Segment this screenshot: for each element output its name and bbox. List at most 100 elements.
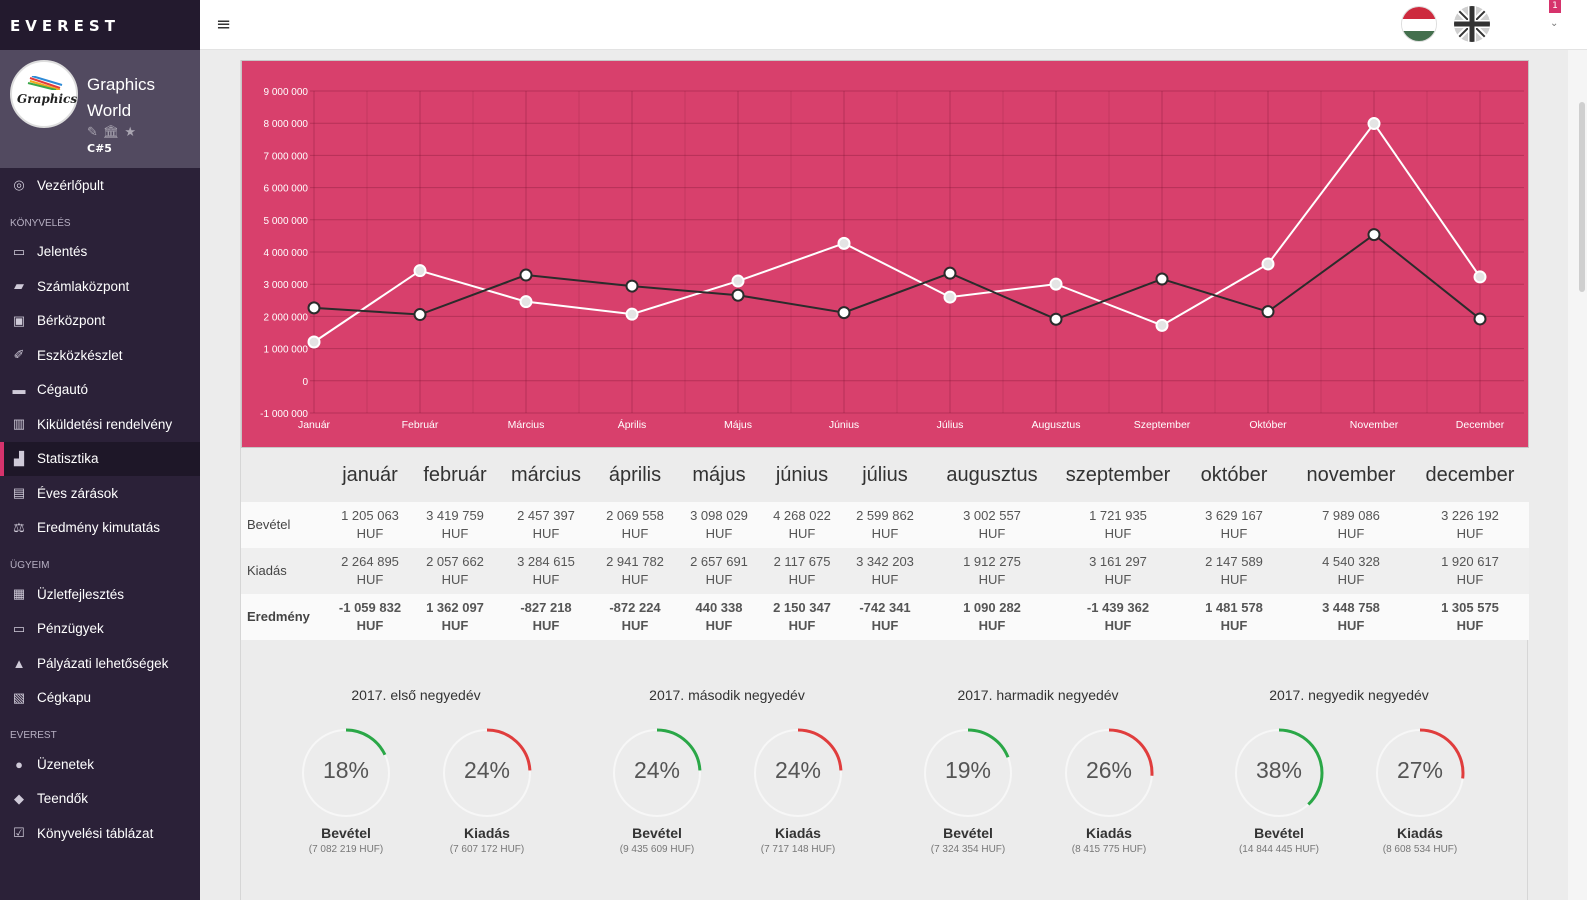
data-point-expense — [1367, 228, 1381, 242]
cell-value: 4 268 022 — [773, 508, 831, 523]
table-cell: 3 448 758 HUF — [1291, 594, 1411, 640]
sidebar-item-vezérlőpult[interactable]: ◎ Vezérlőpult — [0, 168, 200, 203]
sidebar-item-label: Vezérlőpult — [37, 177, 104, 193]
result-row: Eredmény -1 059 832 HUF 1 362 097 HUF -827 21… — [241, 594, 1529, 640]
star-icon[interactable]: ★ — [124, 125, 136, 140]
income-total: (9 435 609 HUF) — [619, 844, 695, 855]
sidebar-item-label: Eredmény kimutatás — [37, 520, 161, 536]
cell-value: -742 341 — [859, 600, 911, 615]
x-tick-label: November — [1350, 419, 1399, 431]
expense-label: Kiadás — [464, 825, 510, 841]
cell-currency: HUF — [1220, 572, 1248, 587]
x-tick-label: Március — [508, 419, 545, 431]
sidebar-item-könyvelési-táblázat[interactable]: ☑ Könyvelési táblázat — [0, 816, 200, 851]
sidebar-item-kiküldetési-rendelvény[interactable]: ▥ Kiküldetési rendelvény — [0, 407, 200, 442]
sidebar-item-bérközpont[interactable]: ▣ Bérközpont — [0, 304, 200, 339]
sidebar-item-statisztika[interactable]: ▟ Statisztika — [0, 441, 200, 476]
cell-value: 3 002 557 — [963, 508, 1021, 523]
y-tick-label: 6 000 000 — [264, 184, 309, 195]
expense-gauge: 27% — [1374, 727, 1466, 819]
x-tick-label: Január — [298, 419, 331, 431]
scrollbar-thumb[interactable] — [1579, 102, 1585, 292]
uk-flag-icon[interactable] — [1454, 6, 1490, 42]
expense-total: (7 717 148 HUF) — [760, 844, 836, 855]
month-header: szeptember — [1059, 448, 1177, 502]
table-cell: 2 457 397 HUF — [501, 502, 591, 548]
sidebar-item-jelentés[interactable]: ▭ Jelentés — [0, 235, 200, 270]
data-point-expense — [307, 301, 321, 315]
table-cell: 2 057 662 HUF — [409, 548, 501, 594]
car-icon: ▬ — [12, 382, 26, 398]
table-cell: 1 481 578 HUF — [1177, 594, 1291, 640]
company-name[interactable]: Graphics World — [87, 72, 187, 124]
table-cell: 3 629 167 HUF — [1177, 502, 1291, 548]
table-cell: 2 069 558 HUF — [591, 502, 679, 548]
scrollbar[interactable] — [1568, 50, 1587, 900]
data-point-expense — [731, 288, 745, 302]
gauge-percent: 24% — [633, 757, 681, 783]
data-point-expense — [625, 279, 639, 293]
avatar-logo-graphic — [27, 76, 63, 90]
sidebar-item-label: Bérközpont — [37, 313, 106, 329]
data-point-income — [1155, 318, 1169, 332]
chevron-down-icon[interactable]: ⌄ — [1550, 18, 1558, 29]
cell-currency: HUF — [1337, 526, 1365, 541]
sidebar-item-pénzügyek[interactable]: ▭ Pénzügyek — [0, 612, 200, 647]
sidebar-nav: ◎ Vezérlőpult KÖNYVELÉS ▭ Jelentés ▰ Számlaköz… — [0, 168, 200, 851]
data-point-expense — [943, 266, 957, 280]
user-avatar[interactable] — [1506, 4, 1546, 44]
sidebar-item-üzletfejlesztés[interactable]: ▦ Üzletfejlesztés — [0, 577, 200, 612]
sidebar-item-pályázati-lehetőségek[interactable]: ▲ Pályázati lehetőségek — [0, 646, 200, 681]
month-header: március — [501, 448, 591, 502]
sidebar: EVEREST Graphics Graphics World ✎ 🏛 ★ C#5 … — [0, 0, 200, 900]
data-point-income — [731, 274, 745, 288]
cell-value: 7 989 086 — [1322, 508, 1380, 523]
bank-icon[interactable]: 🏛 — [103, 125, 120, 140]
table-cell: 2 147 589 HUF — [1177, 548, 1291, 594]
y-tick-label: 4 000 000 — [264, 248, 309, 259]
cell-value: -1 059 832 — [338, 600, 402, 615]
income-total: (14 844 445 HUF) — [1238, 844, 1320, 855]
table-cell: 2 264 895 HUF — [331, 548, 409, 594]
data-point-expense — [519, 268, 533, 282]
cell-value: 3 161 297 — [1089, 554, 1147, 569]
income-total: (7 324 354 HUF) — [930, 844, 1006, 855]
month-header: május — [679, 448, 759, 502]
table-cell: 7 989 086 HUF — [1291, 502, 1411, 548]
sidebar-item-teendők[interactable]: ◆ Teendők — [0, 782, 200, 817]
row-label: Bevétel — [241, 502, 331, 548]
expense-label: Kiadás — [1086, 825, 1132, 841]
income-gauge: 19% — [922, 727, 1014, 819]
pencil-icon[interactable]: ✎ — [87, 125, 98, 140]
table-corner — [241, 448, 331, 502]
sidebar-item-eszközkészlet[interactable]: ✐ Eszközkészlet — [0, 338, 200, 373]
cell-currency: HUF — [441, 572, 469, 587]
company-avatar[interactable]: Graphics — [10, 60, 78, 128]
sidebar-item-éves-zárások[interactable]: ▤ Éves zárások — [0, 476, 200, 511]
sidebar-item-label: Üzletfejlesztés — [37, 586, 125, 602]
chart-svg: 9 000 000 8 000 000 7 000 000 6 000 000 5 00… — [260, 87, 1524, 431]
quarter-card: 2017. negyedik negyedév 38% 27% Bevétel Kiad… — [1199, 685, 1499, 885]
table-cell: 3 161 297 HUF — [1059, 548, 1177, 594]
dashboard-icon: ◎ — [13, 177, 25, 193]
top-bar: ≡ 1 ⌄ — [200, 0, 1587, 50]
sidebar-item-számlaközpont[interactable]: ▰ Számlaközpont — [0, 269, 200, 304]
app-logo[interactable]: EVEREST — [0, 0, 200, 50]
sidebar-item-cégkapu[interactable]: ▧ Cégkapu — [0, 681, 200, 716]
sidebar-item-üzenetek[interactable]: ● Üzenetek — [0, 747, 200, 782]
menu-toggle-icon[interactable]: ≡ — [216, 14, 231, 35]
quarter-title: 2017. első negyedév — [351, 687, 481, 703]
line-chart: 9 000 000 8 000 000 7 000 000 6 000 000 5 00… — [241, 60, 1529, 448]
expense-total: (8 608 534 HUF) — [1382, 844, 1458, 855]
notification-badge[interactable]: 1 — [1549, 0, 1561, 13]
cell-value: 440 338 — [695, 600, 743, 615]
table-cell: 1 090 282 HUF — [925, 594, 1059, 640]
cell-value: 1 090 282 — [963, 600, 1021, 615]
income-total: (7 082 219 HUF) — [308, 844, 384, 855]
gauge-percent: 38% — [1255, 757, 1303, 783]
cell-currency: HUF — [1337, 572, 1365, 587]
sidebar-item-cégautó[interactable]: ▬ Cégautó — [0, 373, 200, 408]
sidebar-item-eredmény-kimutatás[interactable]: ⚖ Eredmény kimutatás — [0, 511, 200, 546]
cell-value: 3 226 192 — [1441, 508, 1499, 523]
hungarian-flag-icon[interactable] — [1401, 6, 1437, 42]
